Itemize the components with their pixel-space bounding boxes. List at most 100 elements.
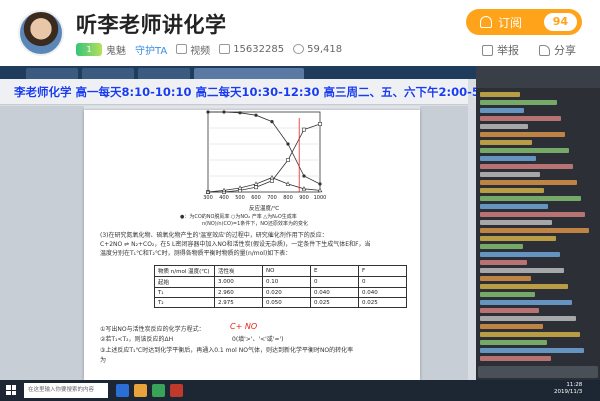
chat-message: [480, 300, 572, 305]
chart-xtick-label: 800: [283, 195, 293, 201]
report-button[interactable]: 举报: [482, 42, 519, 58]
chat-message: [480, 284, 568, 289]
question-3-part-3b: 为: [100, 357, 107, 364]
chat-message: [480, 276, 531, 281]
table-cell: 0.020: [262, 287, 311, 298]
chart-series-line: [208, 123, 321, 193]
room-id: 15632285: [219, 44, 284, 55]
chart-xticks: 300 400 500 600 700 800 900 1000: [203, 195, 326, 201]
subscribe-button[interactable]: 订阅 94: [466, 9, 582, 35]
chart-point: [302, 174, 306, 178]
chat-message: [480, 188, 544, 193]
chat-message: [480, 204, 548, 209]
chart-frame: [207, 111, 321, 193]
chart-xlabel: 反应温度/℃: [249, 204, 279, 212]
followers-value: 59,418: [307, 43, 343, 55]
taskbar-search: 在这里输入你要搜索的内容: [24, 383, 108, 398]
chat-message: [480, 228, 589, 233]
chart-point: [286, 158, 290, 162]
video-label: 视频: [190, 45, 211, 57]
reaction-chart: 300 400 500 600 700 800 900 1000 反应温度/℃: [203, 110, 326, 212]
chart-xtick-label: 400: [219, 195, 229, 201]
chart-point: [286, 142, 290, 146]
chat-message: [480, 324, 543, 329]
channel-title: 听李老师讲化学: [76, 13, 227, 37]
table-cell: 活性炭: [214, 265, 263, 277]
bell-icon: [480, 16, 492, 28]
channel-header: 听李老师讲化学 1 鬼魅 守护TA 视频 15632285 59,418 订阅 …: [0, 0, 600, 66]
taskbar-clock: 11:28 2019/11/3: [554, 382, 582, 396]
chat-message: [480, 164, 573, 169]
document-page: 300 400 500 600 700 800 900 1000 反应温度/℃ ●：为CO的N…: [84, 110, 420, 380]
chart-point: [302, 127, 306, 132]
table-cell: 0.050: [262, 297, 311, 308]
chat-message: [480, 172, 540, 177]
video-link[interactable]: 视频: [176, 42, 210, 57]
equilibrium-table: 物质 n/mol 温度(℃) 活性炭 NO E F 起始 3.000 0.10 0 0 T₁ 2.96…: [154, 265, 407, 308]
stream-chat-input: [478, 366, 598, 378]
share-button[interactable]: 分享: [539, 42, 576, 58]
chat-message: [480, 308, 539, 313]
chat-message: [480, 124, 528, 129]
schedule-ticker: 李老师化学 高一每天8:10-10:10 高二每天10:30-12:30 高三周…: [14, 85, 501, 99]
chart-point: [318, 182, 322, 186]
chart-point: [206, 110, 210, 114]
table-row: T₂ 2.975 0.050 0.025 0.025: [154, 297, 407, 308]
chart-xtick-label: 300: [203, 195, 213, 201]
chart-caption-2: n(NO)/n(CO)=1条件下，NO还原效率为的变化: [202, 221, 308, 227]
chart-grid: [208, 127, 320, 177]
chart-xtick-label: 600: [251, 195, 261, 201]
chat-message: [480, 156, 536, 161]
table-cell: NO: [262, 265, 311, 277]
user-name[interactable]: 鬼魅: [106, 42, 126, 57]
question-3-part-2: ②若T₁<T₂，则该反应的ΔH: [100, 336, 174, 343]
table-cell: 0: [310, 276, 359, 288]
table-cell: 0.040: [358, 287, 407, 298]
table-row: 物质 n/mol 温度(℃) 活性炭 NO E F: [154, 265, 407, 277]
table-cell: 3.000: [214, 276, 263, 288]
chat-message: [480, 148, 569, 153]
share-label: 分享: [554, 44, 576, 57]
subscribe-label: 订阅: [498, 15, 523, 30]
question-3-part-1: ①写出NO与活性炭反应的化学方程式：: [100, 326, 205, 333]
table-cell: 0.040: [310, 287, 359, 298]
chart-xtick-label: 1000: [314, 195, 327, 201]
table-row: 起始 3.000 0.10 0 0: [154, 276, 407, 288]
chat-message: [480, 236, 556, 241]
channel-meta: 1 鬼魅 守护TA 视频 15632285 59,418: [76, 41, 351, 57]
table-cell: 0: [358, 276, 407, 288]
table-cell: 起始: [154, 276, 215, 288]
chart-point: [254, 185, 258, 190]
level-badge-icon: 1: [76, 42, 102, 56]
question-3-line-3: 温度分别在T₁℃和T₂℃时，测得各物质平衡时物质的量(n/mol)如下表：: [100, 250, 292, 257]
guard-link[interactable]: 守护TA: [135, 42, 167, 57]
table-cell: 2.975: [214, 297, 263, 308]
taskbar-app-icon: [152, 384, 165, 397]
chart-caption: ●：为CO的NO脱氮率 ○为NO₂ 产率 △为N₂O生成率: [180, 214, 297, 220]
table-cell: F: [358, 265, 407, 277]
followers-icon: [293, 44, 305, 54]
chat-message: [480, 332, 580, 337]
chart-point: [270, 178, 274, 183]
question-3-line-1: (3)在研究氮氧化物、硫氧化物产生的'温室效应'的过程中，研究催化剂作用下的反应…: [100, 232, 328, 239]
streamer-avatar[interactable]: [18, 10, 64, 56]
chat-message: [480, 220, 552, 225]
stream-chat-header: [476, 66, 600, 88]
taskbar-date: 2019/11/3: [554, 389, 583, 395]
table-cell: T₂: [154, 297, 215, 308]
chat-message: [480, 348, 584, 353]
windows-start-icon: [6, 385, 16, 395]
question-3-part-3: ③上述反应T₁℃时达到化学平衡后，再通入0.1 mol NO气体，则达到新化学平…: [100, 347, 354, 354]
report-icon: [482, 44, 493, 56]
chat-message: [480, 244, 523, 249]
room-id-icon: [219, 44, 231, 54]
taskbar-app-icon: [170, 384, 183, 397]
video-icon: [176, 44, 188, 54]
chat-message: [480, 340, 547, 345]
chat-message: [480, 252, 560, 257]
taskbar-app-icon: [116, 384, 129, 397]
chat-message: [480, 212, 585, 217]
chart-point: [254, 113, 258, 117]
chart-xtick-label: 900: [299, 195, 309, 201]
chat-message: [480, 356, 551, 361]
